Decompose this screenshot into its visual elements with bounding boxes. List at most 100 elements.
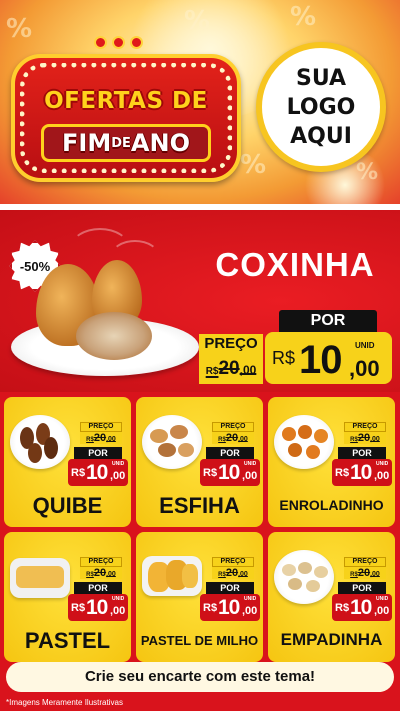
food-image	[142, 556, 202, 596]
logo-text-1: SUA	[295, 66, 347, 91]
title-ano: ANO	[130, 129, 190, 157]
title-fim: FIM	[62, 129, 112, 157]
product-name: ENROLADINHO	[279, 497, 384, 513]
old-currency: R$	[205, 366, 219, 377]
old-cents: ,00	[239, 363, 257, 377]
hero-title: COXINHA	[215, 246, 375, 283]
product-card: PREÇO R$20,00 POR R$ 10 UNID ,00 EMPADINHA	[268, 532, 395, 662]
new-price-label: POR	[206, 447, 254, 459]
new-price: R$ 10 UNID ,00	[200, 594, 260, 621]
food-piece	[158, 443, 176, 457]
new-cents: ,00	[349, 356, 380, 381]
new-price: R$ 10 UNID ,00	[68, 594, 128, 621]
discount-text: -50%	[19, 258, 51, 274]
old-int: 20	[93, 567, 107, 579]
food-image	[10, 415, 70, 469]
product-card: PREÇO R$20,00 POR R$ 10 UNID ,00 ENROLADINH…	[268, 397, 395, 527]
new-int: 10	[350, 461, 372, 484]
new-int: 10	[86, 596, 108, 619]
old-price-label: PREÇO	[344, 422, 386, 432]
new-price: R$ 10 UNID ,00	[265, 332, 392, 384]
old-cents: ,00	[238, 436, 248, 443]
new-int: 10	[218, 596, 240, 619]
product-card: PREÇO R$20,00 POR R$ 10 UNID ,00 ESFIHA	[136, 397, 263, 527]
title-line-2: FIMDEANO	[41, 124, 211, 162]
new-currency: R$	[272, 348, 296, 368]
old-price: R$20,00	[212, 567, 254, 579]
product-name: PASTEL DE MILHO	[140, 633, 259, 648]
old-price-label: PREÇO	[212, 422, 254, 432]
food-image	[274, 550, 334, 604]
food-image	[142, 415, 202, 469]
food-piece	[288, 578, 302, 590]
star-bulb-icon	[112, 36, 125, 49]
food-piece	[182, 564, 198, 588]
old-price: R$20,00	[212, 432, 254, 444]
new-currency: R$	[335, 467, 350, 479]
new-currency: R$	[71, 602, 86, 614]
new-price-label: POR	[206, 582, 254, 594]
hero-offer: -50% COXINHA PREÇO R$20,00 POR R$ 10 UNI…	[0, 210, 400, 392]
unit-label: UNID	[355, 341, 375, 350]
new-currency: R$	[203, 602, 218, 614]
old-cents: ,00	[106, 436, 116, 443]
old-currency: R$	[86, 437, 94, 443]
new-cents: ,00	[374, 605, 390, 617]
food-image	[274, 415, 334, 469]
old-cents: ,00	[106, 571, 116, 578]
star-bulb-icon	[130, 36, 143, 49]
new-int: 10	[350, 596, 372, 619]
food-piece	[288, 443, 302, 457]
disclaimer: *Imagens Meramente Ilustrativas	[6, 698, 123, 707]
old-int: 20	[357, 432, 371, 444]
product-card: PREÇO R$20,00 POR R$ 10 UNID ,00 QUIBE	[4, 397, 131, 527]
new-cents: ,00	[242, 605, 258, 617]
title-line-1: OFERTAS DE	[44, 88, 208, 114]
new-cents: ,00	[374, 470, 390, 482]
old-price: R$20,00	[344, 432, 386, 444]
new-currency: R$	[203, 467, 218, 479]
old-price: R$20,00	[80, 432, 122, 444]
percent-deco-icon: %	[6, 14, 33, 44]
unit-label: UNID	[112, 596, 125, 602]
food-piece	[178, 443, 194, 457]
food-image	[10, 558, 70, 598]
new-price-label: POR	[74, 447, 122, 459]
old-int: 20	[357, 567, 371, 579]
new-price: R$ 10 UNID ,00	[68, 459, 128, 486]
old-cents: ,00	[370, 436, 380, 443]
old-price-label: PREÇO	[212, 557, 254, 567]
food-piece	[314, 566, 328, 578]
title-de: DE	[111, 136, 131, 151]
old-price: R$20,00	[199, 354, 263, 384]
food-piece	[44, 437, 58, 459]
percent-deco-icon: %	[356, 160, 379, 185]
old-cents: ,00	[370, 571, 380, 578]
new-price-label: POR	[279, 310, 377, 332]
food-piece	[282, 564, 296, 576]
old-currency: R$	[350, 572, 358, 578]
product-card: PREÇO R$20,00 POR R$ 10 UNID ,00 PASTEL	[4, 532, 131, 662]
product-card: PREÇO R$20,00 POR R$ 10 UNID ,00 PASTEL DE …	[136, 532, 263, 662]
new-price: R$ 10 UNID ,00	[332, 594, 392, 621]
old-cents: ,00	[238, 571, 248, 578]
old-currency: R$	[218, 437, 226, 443]
food-piece	[314, 429, 328, 443]
new-price: R$ 10 UNID ,00	[200, 459, 260, 486]
new-cents: ,00	[110, 605, 126, 617]
unit-label: UNID	[244, 596, 257, 602]
new-cents: ,00	[110, 470, 126, 482]
new-price-label: POR	[338, 447, 386, 459]
new-cents: ,00	[242, 470, 258, 482]
old-int: 20	[225, 432, 239, 444]
cta-banner[interactable]: Crie seu encarte com este tema!	[6, 662, 394, 692]
old-int: 20	[93, 432, 107, 444]
percent-deco-icon: %	[290, 2, 317, 32]
title-marquee: OFERTAS DE FIMDEANO	[11, 54, 241, 182]
food-piece	[28, 443, 42, 463]
percent-deco-icon: %	[184, 6, 211, 36]
new-price: R$ 10 UNID ,00	[332, 459, 392, 486]
product-name: ESFIHA	[159, 493, 240, 518]
logo-text-2: LOGO	[286, 95, 356, 120]
product-name: QUIBE	[32, 493, 103, 518]
